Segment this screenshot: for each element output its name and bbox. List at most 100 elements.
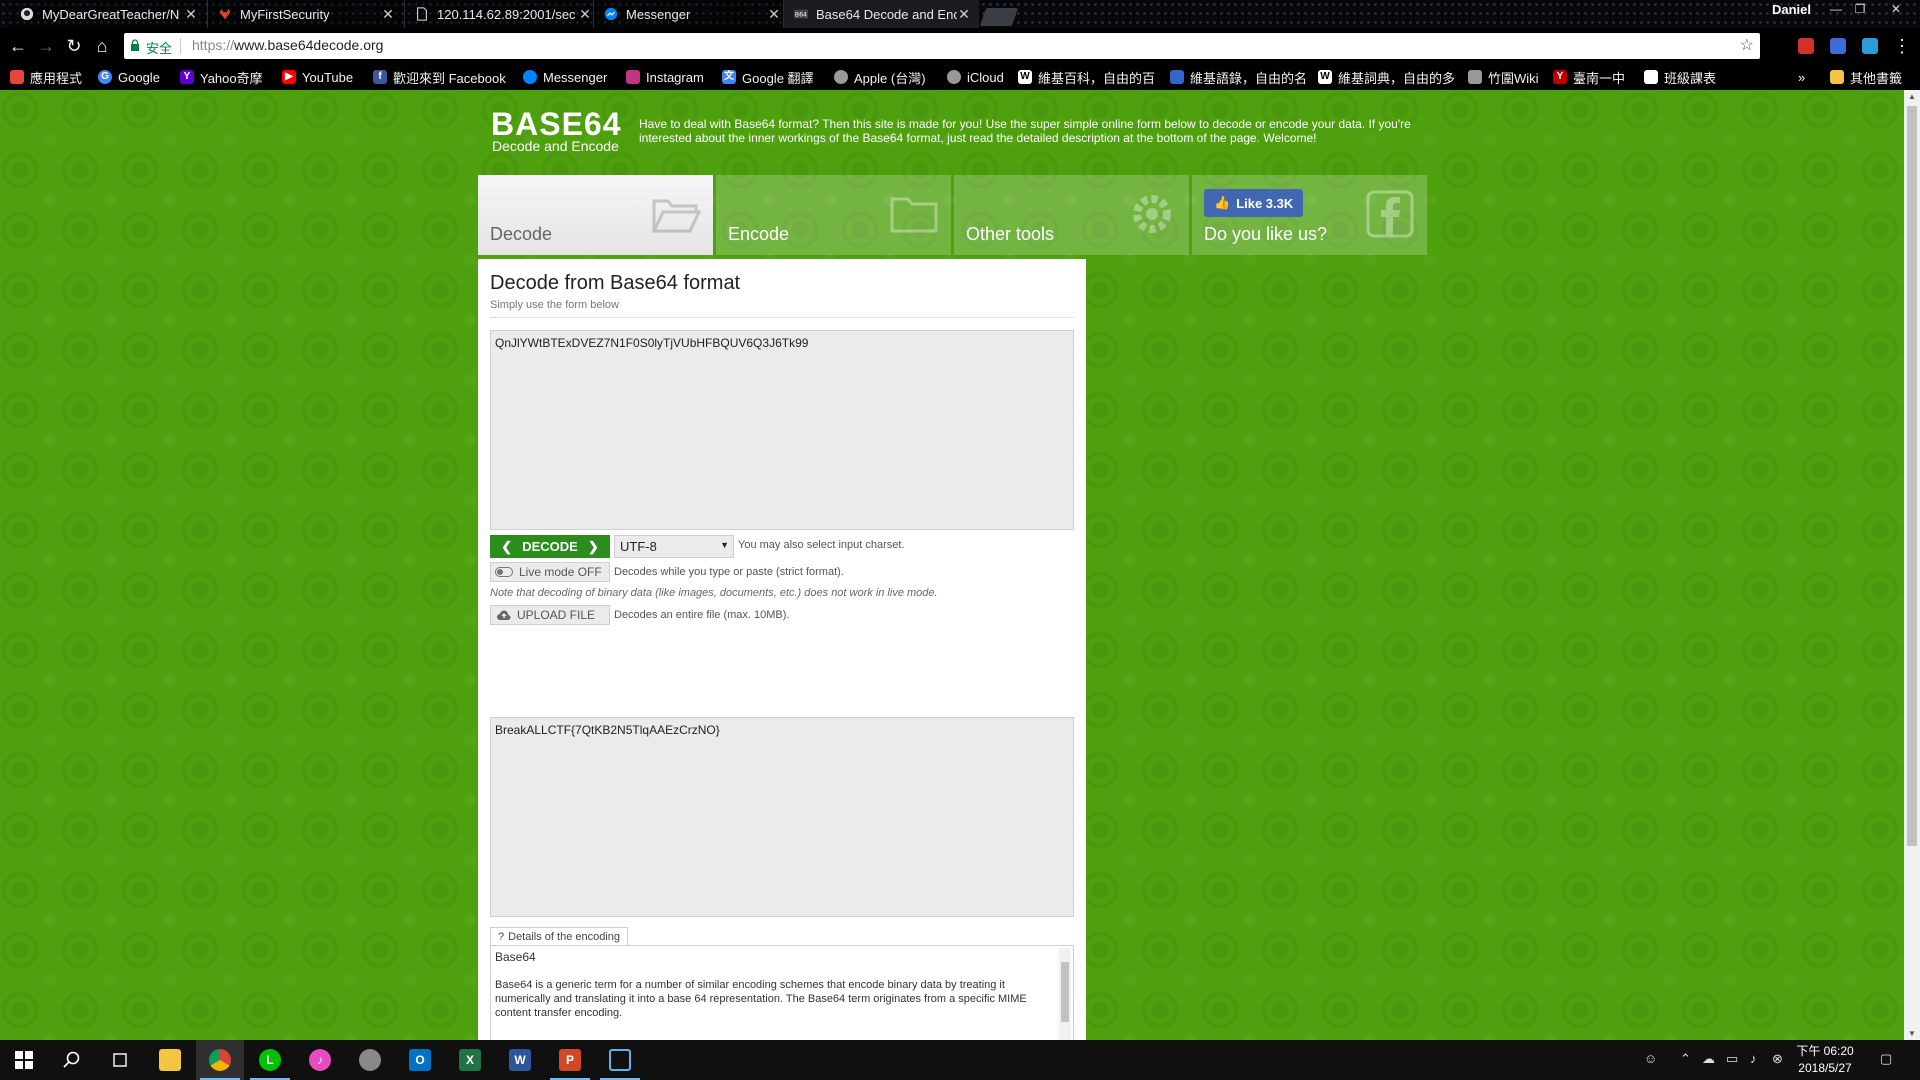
browser-tab-base64[interactable]: B64 Base64 Decode and Enc ✕: [783, 0, 979, 28]
decoded-output-textarea[interactable]: BreakALLCTF{7QtKB2N5TlqAAEzCrzNO}: [490, 717, 1074, 917]
onedrive-cloud-icon[interactable]: ☁: [1702, 1051, 1715, 1067]
facebook-like-button[interactable]: 👍 Like 3.3K: [1204, 189, 1304, 217]
encoding-details-box[interactable]: Base64 Base64 is a generic term for a nu…: [490, 945, 1074, 1040]
bookmark-label: YouTube: [302, 69, 354, 85]
scroll-down-arrow-icon[interactable]: ▼: [1908, 1029, 1916, 1038]
reload-icon[interactable]: ↻: [62, 34, 86, 58]
tab-other-tools-label: Other tools: [966, 224, 1055, 244]
bookmark-apple[interactable]: Apple (台灣): [834, 68, 926, 86]
bookmark-tainan-first[interactable]: Y 臺南一中: [1553, 68, 1625, 86]
browser-tab-mydeargreatteacher[interactable]: MyDearGreatTeacher/N ✕: [10, 0, 206, 28]
taskbar-excel[interactable]: X: [446, 1040, 494, 1080]
back-arrow-icon[interactable]: ←: [6, 34, 30, 58]
address-bar[interactable]: 安全 https://www.base64decode.org ☆: [124, 33, 1760, 59]
bookmark-google[interactable]: G Google: [98, 68, 160, 86]
volume-icon[interactable]: ♪: [1750, 1051, 1757, 1066]
browser-tab-myfirstsecurity[interactable]: MyFirstSecurity ✕: [207, 0, 403, 28]
bookmarks-overflow-button[interactable]: »: [1798, 68, 1805, 86]
taskbar-search[interactable]: [48, 1040, 96, 1080]
adblock-extension-icon[interactable]: [1798, 38, 1814, 54]
new-tab-button[interactable]: [979, 8, 1019, 26]
taskbar-itunes[interactable]: ♪: [296, 1040, 344, 1080]
bookmark-messenger[interactable]: Messenger: [523, 68, 607, 86]
cloud-upload-icon: [497, 610, 511, 620]
bookmark-yahoo[interactable]: Y Yahoo奇摩: [180, 68, 263, 86]
tab-decode-label: Decode: [490, 224, 553, 244]
taskbar-file-explorer[interactable]: [146, 1040, 194, 1080]
bookmark-instagram[interactable]: Instagram: [626, 68, 704, 86]
binary-data-note: Note that decoding of binary data (like …: [490, 587, 938, 599]
browser-tab-messenger[interactable]: Messenger ✕: [593, 0, 789, 28]
task-view-button[interactable]: [96, 1040, 144, 1080]
svg-text:B64: B64: [795, 12, 807, 19]
system-clock[interactable]: 下午 06:20 2018/5/27: [1790, 1043, 1860, 1077]
page-scrollbar[interactable]: ▲ ▼: [1904, 90, 1920, 1040]
close-tab-icon[interactable]: ✕: [381, 6, 395, 23]
bookmark-star-icon[interactable]: ☆: [1740, 35, 1754, 55]
tab-other-tools[interactable]: Other tools: [954, 175, 1189, 255]
start-button[interactable]: [0, 1040, 48, 1080]
details-scroll-thumb[interactable]: [1061, 962, 1069, 1022]
bookmark-label: 維基詞典，自由的多: [1338, 70, 1456, 86]
chevron-up-icon[interactable]: ⌃: [1680, 1051, 1691, 1067]
outlook-icon: O: [409, 1049, 431, 1071]
cube-icon: [609, 1049, 631, 1071]
browser-menu-icon[interactable]: ⋮: [1890, 34, 1914, 58]
minimize-button[interactable]: —: [1824, 0, 1848, 20]
taskbar-powerpoint[interactable]: P: [546, 1040, 594, 1080]
details-scrollbar[interactable]: [1059, 948, 1071, 1040]
bookmark-class-schedule[interactable]: 班級課表: [1644, 68, 1716, 86]
taskbar-line[interactable]: L: [246, 1040, 294, 1080]
folder-icon: [159, 1049, 181, 1071]
bookmark-facebook[interactable]: f 歡迎來到 Facebook: [373, 68, 506, 86]
clock-time: 下午 06:20: [1796, 1044, 1854, 1058]
base64-favicon: B64: [794, 9, 808, 19]
scroll-up-arrow-icon[interactable]: ▲: [1908, 92, 1916, 101]
taskbar-word[interactable]: W: [496, 1040, 544, 1080]
bookmark-apps[interactable]: 應用程式: [10, 68, 82, 86]
tab-encode[interactable]: Encode: [716, 175, 951, 255]
close-tab-icon[interactable]: ✕: [767, 6, 781, 23]
url-text[interactable]: https://www.base64decode.org: [192, 37, 383, 53]
charset-select[interactable]: UTF-8 ▼: [614, 535, 734, 558]
profile-name[interactable]: Daniel: [1772, 2, 1811, 17]
bookmark-wiktionary[interactable]: W 維基詞典，自由的多: [1318, 68, 1455, 86]
translate-extension-icon[interactable]: [1830, 38, 1846, 54]
close-tab-icon[interactable]: ✕: [957, 6, 971, 23]
home-icon[interactable]: ⌂: [90, 34, 114, 58]
panel-subtitle: Simply use the form below: [490, 299, 619, 311]
globe-icon: [359, 1049, 381, 1071]
notification-status-icon[interactable]: ⊗: [1772, 1051, 1783, 1067]
upload-file-button[interactable]: UPLOAD FILE: [490, 605, 610, 625]
bookmark-icloud[interactable]: iCloud: [947, 68, 1004, 86]
close-tab-icon[interactable]: ✕: [184, 6, 198, 23]
taskbar-outlook[interactable]: O: [396, 1040, 444, 1080]
network-icon[interactable]: ▭: [1726, 1051, 1738, 1067]
base64-input-textarea[interactable]: QnJlYWtBTExDVEZ7N1F0S0lyTjVUbHFBQUV6Q3J6…: [490, 330, 1074, 530]
taskbar-3d-viewer[interactable]: [596, 1040, 644, 1080]
bookmark-label: Instagram: [646, 69, 704, 85]
bookmark-zhuwei-wiki[interactable]: 竹圍Wiki: [1468, 68, 1539, 86]
page-scroll-thumb[interactable]: [1907, 106, 1917, 846]
details-of-encoding-tab[interactable]: ? Details of the encoding: [490, 927, 629, 946]
bookmark-wikipedia[interactable]: W 維基百科，自由的百: [1018, 68, 1155, 86]
action-center-icon[interactable]: ▢: [1880, 1051, 1892, 1067]
browser-tab-ip-address[interactable]: 120.114.62.89:2001/sec ✕: [404, 0, 600, 28]
close-tab-icon[interactable]: ✕: [578, 6, 592, 23]
folder-icon: [1830, 70, 1844, 84]
people-icon[interactable]: ☺: [1644, 1051, 1657, 1066]
wiktionary-icon: W: [1318, 70, 1332, 84]
bookmark-wikiquote[interactable]: 維基語錄，自由的名: [1170, 68, 1307, 86]
taskbar-chrome[interactable]: [196, 1040, 244, 1080]
bookmark-youtube[interactable]: ▶ YouTube: [282, 68, 353, 86]
tab-decode[interactable]: Decode: [478, 175, 713, 255]
close-window-button[interactable]: ✕: [1884, 0, 1908, 20]
decode-button[interactable]: ❮ DECODE ❯: [490, 535, 610, 558]
other-bookmarks-folder[interactable]: 其他書籤: [1830, 68, 1902, 86]
restore-button[interactable]: ❐: [1848, 0, 1872, 20]
forward-arrow-icon[interactable]: →: [34, 34, 58, 58]
live-mode-toggle[interactable]: Live mode OFF: [490, 562, 610, 582]
cloud-extension-icon[interactable]: [1862, 38, 1878, 54]
taskbar-network-app[interactable]: [346, 1040, 394, 1080]
bookmark-google-translate[interactable]: 文 Google 翻譯: [722, 68, 814, 86]
